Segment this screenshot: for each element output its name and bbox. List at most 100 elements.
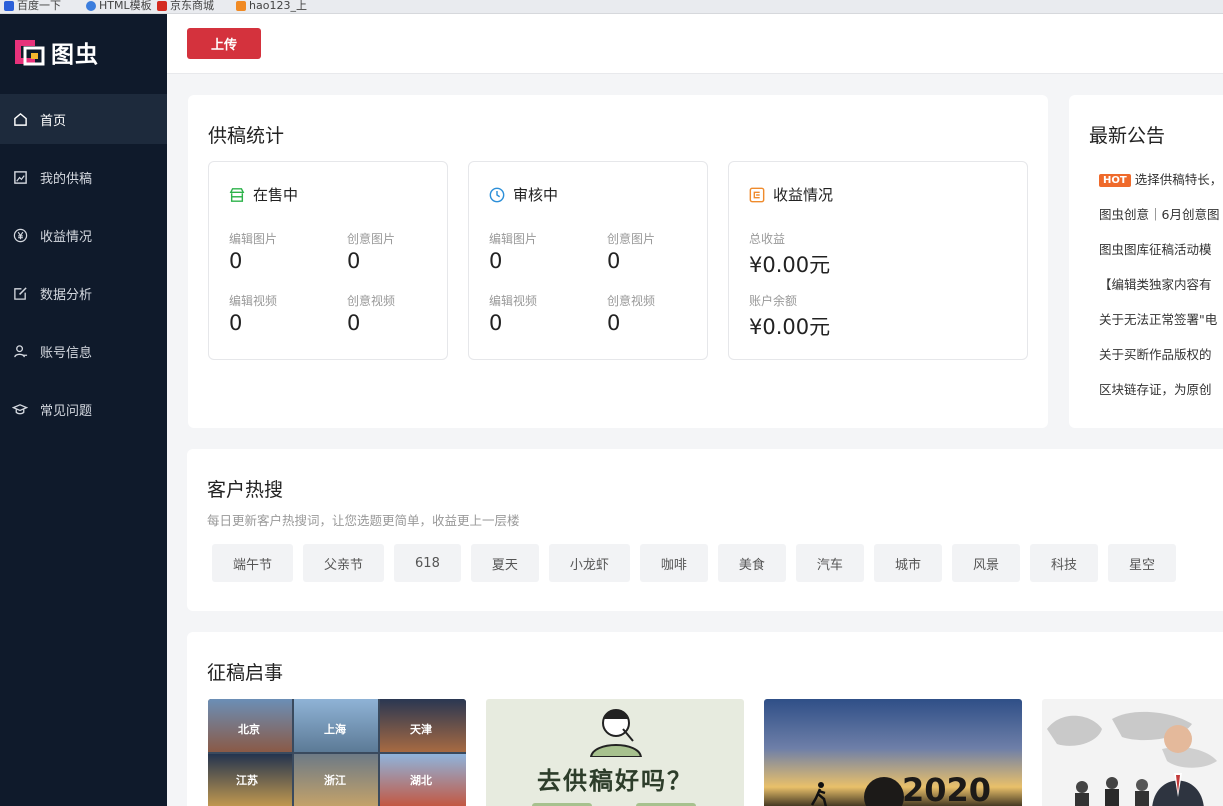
hot-search-tag[interactable]: 汽车 [795,544,864,582]
hot-search-tag[interactable]: 618 [394,544,461,582]
city-tile-hubei: 湖北 [380,754,466,806]
hao123-icon [236,1,246,11]
person-illustration-icon [589,709,643,757]
sidebar-item-account-info[interactable]: 账号信息 [0,326,167,376]
stat-account-balance: 账户余额 ¥0.00元 [749,294,831,339]
announcement-item[interactable]: 图虫创意｜6月创意图 [1099,204,1219,223]
stat-total-earnings: 总收益 ¥0.00元 [749,232,831,277]
sidebar-item-label: 首页 [40,113,67,129]
stat-edit-videos: 编辑视频 0 [489,294,538,335]
user-icon [12,343,28,359]
hot-search-card: 客户热搜 每日更新客户热搜词，让您选题更简单，收益更上一层楼 端午节 父亲节 6… [187,449,1223,611]
stat-creative-images: 创意图片 0 [607,232,656,273]
on-sale-box: 在售中 编辑图片 0 创意图片 0 编辑视频 0 创意视频 0 [208,161,448,360]
submission-card-2020[interactable]: 2020 [764,699,1022,806]
sidebar-item-label: 数据分析 [40,287,93,303]
city-tile-jiangsu: 江苏 [208,754,292,806]
home-icon [12,111,28,127]
earnings-title: 收益情况 [773,186,834,204]
bookmark-html-template[interactable]: HTML模板 [86,0,152,13]
submission-card-cities[interactable]: 北京 上海 天津 江苏 浙江 湖北 [208,699,466,806]
city-tile-beijing: 北京 [208,699,292,752]
runner-silhouette-icon [810,782,828,806]
logo-text: 图虫 [51,42,99,68]
bookmark-baidu[interactable]: 百度一下 [4,0,61,13]
hot-search-tag[interactable]: 咖啡 [639,544,708,582]
dark-circle-decor [864,777,904,806]
bookmark-hao123[interactable]: hao123_上 [236,0,307,13]
illustration-headline: 去供稿好吗？ [537,767,693,795]
sidebar-item-label: 常见问题 [40,403,93,419]
logo-mark-icon [13,38,46,66]
sidebar-item-label: 收益情况 [40,229,93,245]
on-sale-title: 在售中 [253,186,299,204]
sidebar-item-my-submissions[interactable]: 我的供稿 [0,152,167,202]
stat-creative-videos: 创意视频 0 [347,294,396,335]
reviewing-box: 审核中 编辑图片 0 创意图片 0 编辑视频 0 创意视频 0 [468,161,708,360]
reviewing-header: 审核中 [489,184,558,205]
earnings-box: 收益情况 总收益 ¥0.00元 账户余额 ¥0.00元 [728,161,1028,360]
hot-search-tag[interactable]: 父亲节 [303,544,385,582]
city-tile-tianjin: 天津 [380,699,466,752]
store-icon [229,187,245,203]
announcement-item[interactable]: 关于无法正常签署"电 [1099,309,1217,328]
top-bar: 上传 [167,14,1223,74]
announcement-item[interactable]: 区块链存证，为原创 [1099,379,1212,398]
hot-search-tag[interactable]: 夏天 [470,544,539,582]
hot-search-tag[interactable]: 科技 [1029,544,1098,582]
hot-search-title: 客户热搜 [207,479,284,501]
hot-search-tags: 端午节 父亲节 618 夏天 小龙虾 咖啡 美食 汽车 城市 风景 科技 星空 [212,544,1186,582]
sidebar-item-data-analysis[interactable]: 数据分析 [0,268,167,318]
hot-badge: HOT [1099,174,1131,187]
graduation-cap-icon [12,401,28,417]
submission-card-business[interactable] [1042,699,1223,806]
call-for-submissions-title: 征稿启事 [207,662,284,684]
globe-icon [86,1,96,11]
sidebar-item-label: 我的供稿 [40,171,93,187]
hot-search-subtitle: 每日更新客户热搜词，让您选题更简单，收益更上一层楼 [207,513,520,528]
stat-edit-videos: 编辑视频 0 [229,294,278,335]
upload-button[interactable]: 上传 [187,28,261,59]
bookmark-jd[interactable]: 京东商城 [157,0,214,13]
hot-search-tag[interactable]: 小龙虾 [548,544,630,582]
earnings-header: 收益情况 [749,184,833,205]
logo[interactable]: 图虫 [13,36,99,68]
announcement-item[interactable]: 【编辑类独家内容有 [1099,274,1212,293]
announcements-card: 最新公告 HOT 选择供稿特长， 图虫创意｜6月创意图 图虫图库征稿活动模 【编辑… [1069,95,1223,428]
supply-stats-card: 供稿统计 在售中 编辑图片 0 创意图片 0 编辑视频 0 创意视频 0 审核中 编辑图… [188,95,1048,428]
announcement-item[interactable]: HOT 选择供稿特长， [1099,169,1222,188]
announcements-title: 最新公告 [1089,125,1166,147]
baidu-icon [4,1,14,11]
hot-search-tag[interactable]: 城市 [873,544,942,582]
city-tile-shanghai: 上海 [294,699,378,752]
stat-creative-images: 创意图片 0 [347,232,396,273]
city-tile-zhejiang: 浙江 [294,754,378,806]
sidebar-item-earnings[interactable]: 收益情况 [0,210,167,260]
year-headline: 2020 [902,771,992,806]
hot-search-tag[interactable]: 美食 [717,544,786,582]
hot-search-tag[interactable]: 风景 [951,544,1020,582]
edit-icon [12,285,28,301]
sidebar-item-home[interactable]: 首页 [0,94,167,144]
clock-icon [489,187,505,203]
supply-stats-title: 供稿统计 [208,125,285,147]
stat-creative-videos: 创意视频 0 [607,294,656,335]
call-for-submissions-card: 征稿启事 北京 上海 天津 江苏 浙江 湖北 去供稿好吗？ 2020 [187,632,1223,806]
hot-search-tag[interactable]: 端午节 [212,544,294,582]
hot-search-tag[interactable]: 星空 [1107,544,1176,582]
sidebar-item-label: 账号信息 [40,345,93,361]
reviewing-title: 审核中 [513,186,559,204]
announcement-item[interactable]: 关于买断作品版权的 [1099,344,1212,363]
announcement-item[interactable]: 图虫图库征稿活动模 [1099,239,1212,258]
sidebar: 图虫 首页 我的供稿 收益情况 数据分析 账号信息 常见问题 [0,14,167,806]
bookmarks-bar: 百度一下 HTML模板 京东商城 hao123_上 [0,0,1223,14]
yen-icon [12,227,28,243]
on-sale-header: 在售中 [229,184,298,205]
wallet-icon [749,187,765,203]
stat-edit-images: 编辑图片 0 [489,232,538,273]
jd-icon [157,1,167,11]
world-map-people-icon [1047,711,1217,806]
stat-edit-images: 编辑图片 0 [229,232,278,273]
sidebar-item-faq[interactable]: 常见问题 [0,384,167,434]
submission-card-illustration[interactable]: 去供稿好吗？ [486,699,744,806]
